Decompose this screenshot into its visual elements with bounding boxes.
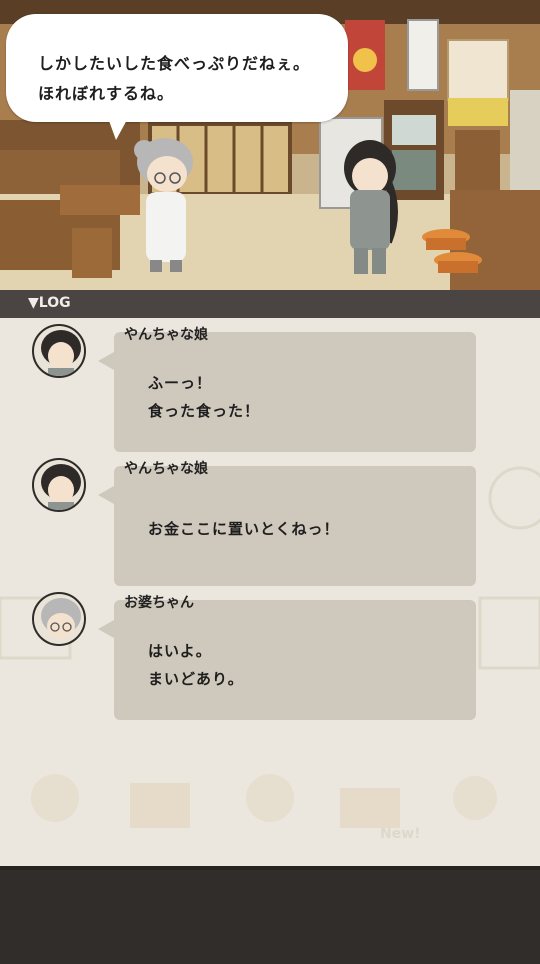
speech-line-2: ほれぼれするね。 bbox=[38, 84, 175, 103]
speech-line-1: しかしたいした食べっぷりだねぇ。 bbox=[38, 54, 311, 73]
grandmother-avatar bbox=[32, 592, 86, 646]
speaker-name: やんちゃな娘 bbox=[124, 327, 208, 343]
message-line: お金ここに置いとくねっ！ bbox=[148, 520, 340, 538]
message-line: ふーっ！ bbox=[148, 374, 213, 392]
message-bubble-tail bbox=[98, 486, 114, 504]
grandmother-character[interactable] bbox=[120, 132, 210, 282]
log-entry: やんちゃな娘 ふーっ！ 食った食った！ bbox=[0, 318, 540, 452]
speech-bubble[interactable]: しかしたいした食べっぷりだねぇ。 ほれぼれするね。 bbox=[6, 14, 348, 122]
speech-bubble-tail bbox=[108, 118, 128, 140]
young-woman-avatar bbox=[32, 324, 86, 378]
log-entry: お婆ちゃん はいよ。 まいどあり。 bbox=[0, 586, 540, 720]
message-bubble-tail bbox=[98, 620, 114, 638]
log-entry: やんちゃな娘 お金ここに置いとくねっ！ bbox=[0, 452, 540, 586]
speaker-name: やんちゃな娘 bbox=[124, 461, 208, 477]
message-bubble-tail bbox=[98, 352, 114, 370]
message-line: はいよ。 bbox=[148, 642, 212, 660]
log-panel[interactable]: New! やんちゃな娘 ふーっ！ 食った食った！ やんちゃな娘 お金ここに置いと… bbox=[0, 318, 540, 866]
new-badge-text: New! bbox=[380, 826, 421, 842]
log-header-label: ▼LOG bbox=[28, 295, 71, 311]
diner-scene[interactable]: しかしたいした食べっぷりだねぇ。 ほれぼれするね。 bbox=[0, 0, 540, 290]
young-woman-avatar bbox=[32, 458, 86, 512]
message-line: まいどあり。 bbox=[148, 670, 244, 688]
speaker-name: お婆ちゃん bbox=[124, 595, 194, 611]
bottom-bar bbox=[0, 866, 540, 964]
log-header[interactable]: ▼LOG bbox=[0, 290, 540, 318]
message-line: 食った食った！ bbox=[148, 402, 261, 420]
young-woman-character[interactable] bbox=[330, 132, 420, 282]
